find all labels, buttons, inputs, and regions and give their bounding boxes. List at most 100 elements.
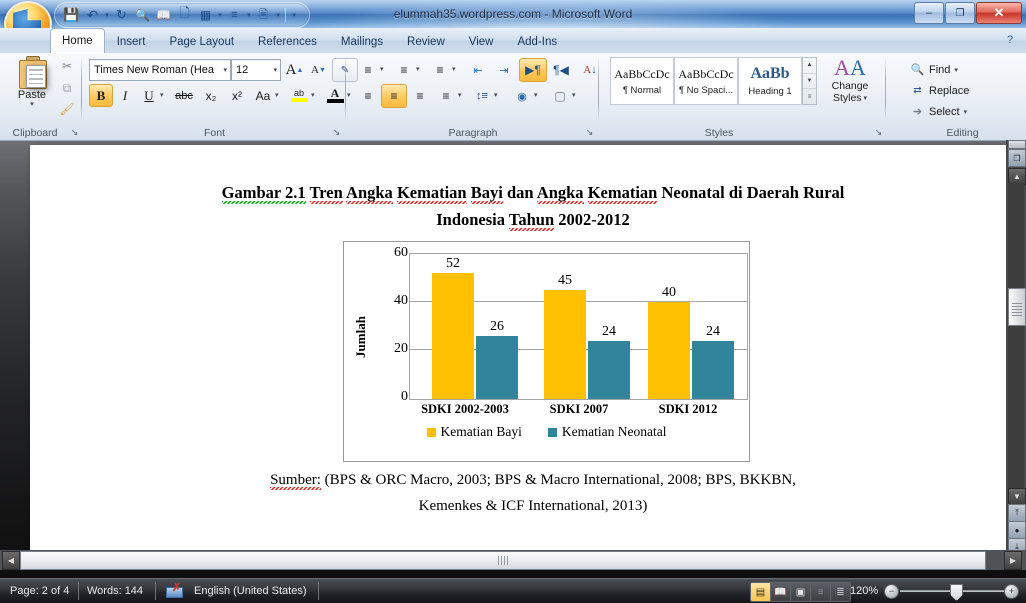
font-dialog-launcher[interactable]: ↘	[331, 127, 342, 138]
shrink-font-button[interactable]: A ▼	[306, 58, 331, 82]
tab-home[interactable]: Home	[50, 28, 105, 53]
align-left-button[interactable]: ≡	[355, 84, 381, 108]
tab-review[interactable]: Review	[395, 30, 457, 53]
ltr-text-direction-button[interactable]: ▶¶	[519, 58, 547, 82]
view-print-layout[interactable]: ▤	[751, 583, 771, 601]
zoom-out-button[interactable]: −	[884, 584, 899, 599]
shading-dropdown-icon[interactable]: ▾	[534, 91, 538, 99]
multilevel-dropdown-icon[interactable]: ▾	[452, 65, 456, 73]
close-button[interactable]: ✕	[976, 2, 1022, 24]
vertical-scroll-track[interactable]	[1008, 183, 1024, 488]
open-icon[interactable]: 📖	[154, 6, 173, 25]
styles-more-icon[interactable]: ≡	[803, 89, 816, 104]
minimize-button[interactable]: –	[914, 2, 944, 24]
select-browse-object-icon[interactable]: ●	[1008, 521, 1026, 539]
cut-icon[interactable]: ✂	[58, 57, 76, 75]
select-button[interactable]: ➔ Select ▾	[909, 103, 967, 120]
style-no-spacing[interactable]: AaBbCcDc ¶ No Spaci...	[674, 57, 738, 105]
scroll-left-arrow[interactable]: ◀	[2, 551, 20, 570]
grow-font-button[interactable]: A ▲	[282, 58, 307, 82]
superscript-button[interactable]: x²	[224, 84, 250, 107]
shading-button[interactable]: ◉	[509, 84, 535, 108]
format-painter-icon[interactable]: 🖌	[58, 100, 76, 118]
paste-button[interactable]: Paste ▾	[8, 55, 56, 117]
justify-dropdown-icon[interactable]: ▾	[458, 91, 462, 99]
decrease-indent-button[interactable]: ⇤	[465, 58, 491, 82]
copy-icon[interactable]: ⧉	[58, 79, 76, 97]
change-case-dropdown-icon[interactable]: ▾	[275, 91, 279, 99]
tab-insert[interactable]: Insert	[105, 30, 158, 53]
tab-add-ins[interactable]: Add-Ins	[505, 30, 569, 53]
replace-button[interactable]: ⇄ Replace	[909, 82, 969, 99]
find-dropdown-icon[interactable]: ▾	[954, 66, 958, 74]
spelling-dropdown-icon[interactable]: ▾	[274, 6, 282, 25]
figure-chart[interactable]: Jumlah 60 40 20 0 52 26 45 24 40 24 SDKI…	[343, 241, 750, 462]
document-page[interactable]: Gambar 2.1 Tren Angka Kematian Bayi dan …	[30, 145, 1006, 550]
split-window-handle[interactable]	[1008, 140, 1026, 149]
strikethrough-button[interactable]: abc	[170, 84, 198, 107]
line-spacing-dropdown-icon[interactable]: ▾	[494, 91, 498, 99]
zoom-slider[interactable]: − +	[882, 584, 1022, 601]
table-dropdown-icon[interactable]: ▾	[216, 6, 224, 25]
page-indicator[interactable]: Page: 2 of 4	[10, 579, 69, 603]
paragraph-list-icon[interactable]: ≡	[225, 6, 244, 25]
scroll-right-arrow[interactable]: ▶	[1004, 551, 1022, 570]
font-family-combo[interactable]: Times New Roman (Hea ▾	[89, 59, 231, 81]
borders-button[interactable]: ▢	[547, 84, 573, 108]
tab-page-layout[interactable]: Page Layout	[157, 30, 246, 53]
paste-dropdown-icon[interactable]: ▾	[30, 101, 34, 108]
styles-scroll-up-icon[interactable]: ▲	[803, 58, 816, 74]
previous-page-icon[interactable]: ⤒	[1008, 504, 1026, 522]
align-right-button[interactable]: ≡	[407, 84, 433, 108]
numbering-button[interactable]: ≡	[391, 58, 417, 82]
undo-icon[interactable]: ↶	[83, 6, 102, 25]
zoom-slider-handle[interactable]	[950, 584, 963, 601]
increase-indent-button[interactable]: ⇥	[491, 58, 517, 82]
text-highlight-color-button[interactable]: ab	[286, 83, 312, 107]
styles-scroll-down-icon[interactable]: ▼	[803, 74, 816, 90]
style-normal[interactable]: AaBbCcDc ¶ Normal	[610, 57, 674, 105]
style-heading-1[interactable]: AaBb Heading 1	[738, 57, 802, 105]
rtl-text-direction-button[interactable]: ¶◀	[547, 58, 575, 82]
office-button[interactable]	[4, 1, 52, 28]
customize-qat-icon[interactable]: ▾	[289, 6, 299, 25]
subscript-button[interactable]: x₂	[198, 84, 224, 107]
horizontal-scroll-thumb[interactable]	[20, 551, 986, 570]
bold-button[interactable]: B	[89, 84, 113, 107]
redo-icon[interactable]: ↻	[112, 6, 131, 25]
tab-mailings[interactable]: Mailings	[329, 30, 395, 53]
change-styles-button[interactable]: AA Change Styles ▾	[822, 57, 878, 109]
save-icon[interactable]: 💾	[62, 6, 81, 25]
bullets-dropdown-icon[interactable]: ▾	[380, 65, 384, 73]
font-family-caret-icon[interactable]: ▾	[223, 66, 227, 74]
multilevel-list-button[interactable]: ≡	[427, 58, 453, 82]
clipboard-dialog-launcher[interactable]: ↘	[69, 127, 80, 138]
vertical-scroll-thumb[interactable]	[1008, 288, 1026, 326]
change-styles-dropdown-icon[interactable]: ▾	[864, 94, 868, 102]
numbering-dropdown-icon[interactable]: ▾	[416, 65, 420, 73]
line-spacing-button[interactable]: ↕≡	[469, 84, 495, 108]
styles-dialog-launcher[interactable]: ↘	[873, 127, 884, 138]
underline-button[interactable]: U	[137, 84, 161, 107]
spelling-check-icon[interactable]: 🖹	[254, 6, 273, 25]
scroll-down-arrow[interactable]: ▼	[1008, 488, 1026, 505]
help-icon[interactable]: ?	[1002, 32, 1018, 48]
italic-button[interactable]: I	[113, 84, 137, 107]
tab-view[interactable]: View	[457, 30, 506, 53]
language-indicator[interactable]: English (United States)	[194, 579, 307, 603]
view-web-layout[interactable]: ▣	[791, 583, 811, 601]
word-count[interactable]: Words: 144	[87, 579, 143, 603]
view-draft[interactable]: ≣	[831, 583, 850, 601]
font-size-caret-icon[interactable]: ▾	[273, 66, 277, 74]
align-center-button[interactable]: ≡	[381, 84, 407, 108]
highlight-dropdown-icon[interactable]: ▾	[311, 91, 315, 99]
zoom-in-button[interactable]: +	[1004, 584, 1019, 599]
view-full-screen-reading[interactable]: 📖	[771, 583, 791, 601]
view-outline[interactable]: ≡	[811, 583, 831, 601]
new-document-icon[interactable]: 🗋	[175, 5, 194, 25]
font-size-combo[interactable]: 12 ▾	[231, 59, 281, 81]
zoom-level[interactable]: 120%	[850, 579, 878, 603]
borders-dropdown-icon[interactable]: ▾	[572, 91, 576, 99]
horizontal-scrollbar[interactable]: ◀ ▶	[0, 550, 1026, 570]
undo-dropdown-icon[interactable]: ▾	[103, 6, 111, 25]
